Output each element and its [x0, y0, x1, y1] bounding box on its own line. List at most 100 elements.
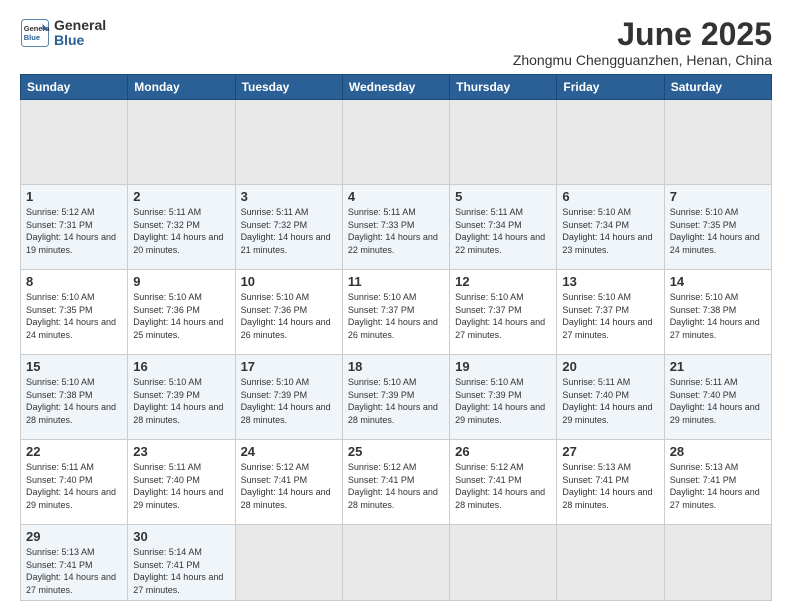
calendar-cell: 2 Sunrise: 5:11 AMSunset: 7:32 PMDaylight…: [128, 185, 235, 270]
calendar-cell: 29Sunrise: 5:13 AMSunset: 7:41 PMDayligh…: [21, 525, 128, 601]
day-number: 3: [241, 189, 337, 204]
calendar-cell: [342, 100, 449, 185]
calendar-cell: 26 Sunrise: 5:12 AMSunset: 7:41 PMDayligh…: [450, 440, 557, 525]
day-number: 9: [133, 274, 229, 289]
calendar-cell: 22 Sunrise: 5:11 AMSunset: 7:40 PMDayligh…: [21, 440, 128, 525]
day-number: 15: [26, 359, 122, 374]
day-info: Sunrise: 5:10 AMSunset: 7:34 PMDaylight:…: [562, 206, 658, 256]
header: General Blue General Blue June 2025 Zhon…: [20, 18, 772, 68]
day-number: 20: [562, 359, 658, 374]
header-tuesday: Tuesday: [235, 75, 342, 100]
calendar-table: Sunday Monday Tuesday Wednesday Thursday…: [20, 74, 772, 601]
calendar-cell: [664, 100, 771, 185]
header-wednesday: Wednesday: [342, 75, 449, 100]
day-info: Sunrise: 5:10 AMSunset: 7:39 PMDaylight:…: [455, 376, 551, 426]
day-info: Sunrise: 5:11 AMSunset: 7:32 PMDaylight:…: [133, 206, 229, 256]
calendar-cell: [342, 525, 449, 601]
day-info: Sunrise: 5:10 AMSunset: 7:37 PMDaylight:…: [455, 291, 551, 341]
logo-general: General: [54, 18, 106, 33]
day-info: Sunrise: 5:10 AMSunset: 7:37 PMDaylight:…: [562, 291, 658, 341]
calendar-title: June 2025: [513, 18, 772, 50]
day-info: Sunrise: 5:11 AMSunset: 7:40 PMDaylight:…: [133, 461, 229, 511]
day-number: 5: [455, 189, 551, 204]
calendar-cell: 7Sunrise: 5:10 AMSunset: 7:35 PMDaylight…: [664, 185, 771, 270]
calendar-cell: 11Sunrise: 5:10 AMSunset: 7:37 PMDayligh…: [342, 270, 449, 355]
day-number: 8: [26, 274, 122, 289]
calendar-cell: 6 Sunrise: 5:10 AMSunset: 7:34 PMDaylight…: [557, 185, 664, 270]
day-info: Sunrise: 5:10 AMSunset: 7:38 PMDaylight:…: [670, 291, 766, 341]
day-number: 28: [670, 444, 766, 459]
calendar-cell: 28 Sunrise: 5:13 AMSunset: 7:41 PMDayligh…: [664, 440, 771, 525]
day-info: Sunrise: 5:11 AMSunset: 7:32 PMDaylight:…: [241, 206, 337, 256]
day-number: 2: [133, 189, 229, 204]
day-info: Sunrise: 5:12 AMSunset: 7:31 PMDaylight:…: [26, 206, 122, 256]
calendar-cell: 14Sunrise: 5:10 AMSunset: 7:38 PMDayligh…: [664, 270, 771, 355]
calendar-cell: 9 Sunrise: 5:10 AMSunset: 7:36 PMDaylight…: [128, 270, 235, 355]
calendar-cell: [557, 525, 664, 601]
day-number: 12: [455, 274, 551, 289]
day-number: 21: [670, 359, 766, 374]
calendar-cell: 21 Sunrise: 5:11 AMSunset: 7:40 PMDayligh…: [664, 355, 771, 440]
day-number: 10: [241, 274, 337, 289]
calendar-cell: 19 Sunrise: 5:10 AMSunset: 7:39 PMDayligh…: [450, 355, 557, 440]
header-friday: Friday: [557, 75, 664, 100]
day-number: 1: [26, 189, 122, 204]
day-info: Sunrise: 5:11 AMSunset: 7:34 PMDaylight:…: [455, 206, 551, 256]
calendar-cell: 1 Sunrise: 5:12 AMSunset: 7:31 PMDaylight…: [21, 185, 128, 270]
header-monday: Monday: [128, 75, 235, 100]
calendar-cell: 5 Sunrise: 5:11 AMSunset: 7:34 PMDaylight…: [450, 185, 557, 270]
calendar-cell: 18Sunrise: 5:10 AMSunset: 7:39 PMDayligh…: [342, 355, 449, 440]
header-thursday: Thursday: [450, 75, 557, 100]
calendar-cell: 25 Sunrise: 5:12 AMSunset: 7:41 PMDayligh…: [342, 440, 449, 525]
day-number: 24: [241, 444, 337, 459]
calendar-cell: 8 Sunrise: 5:10 AMSunset: 7:35 PMDaylight…: [21, 270, 128, 355]
weekday-header-row: Sunday Monday Tuesday Wednesday Thursday…: [21, 75, 772, 100]
day-info: Sunrise: 5:11 AMSunset: 7:40 PMDaylight:…: [670, 376, 766, 426]
calendar-cell: 24Sunrise: 5:12 AMSunset: 7:41 PMDayligh…: [235, 440, 342, 525]
day-number: 11: [348, 274, 444, 289]
calendar-cell: 16Sunrise: 5:10 AMSunset: 7:39 PMDayligh…: [128, 355, 235, 440]
calendar-cell: 12 Sunrise: 5:10 AMSunset: 7:37 PMDayligh…: [450, 270, 557, 355]
calendar-cell: 10Sunrise: 5:10 AMSunset: 7:36 PMDayligh…: [235, 270, 342, 355]
day-number: 19: [455, 359, 551, 374]
title-block: June 2025 Zhongmu Chengguanzhen, Henan, …: [513, 18, 772, 68]
day-info: Sunrise: 5:10 AMSunset: 7:39 PMDaylight:…: [241, 376, 337, 426]
calendar-cell: [664, 525, 771, 601]
day-info: Sunrise: 5:13 AMSunset: 7:41 PMDaylight:…: [670, 461, 766, 511]
day-info: Sunrise: 5:14 AMSunset: 7:41 PMDaylight:…: [133, 546, 229, 596]
calendar-cell: 15Sunrise: 5:10 AMSunset: 7:38 PMDayligh…: [21, 355, 128, 440]
calendar-cell: 23 Sunrise: 5:11 AMSunset: 7:40 PMDayligh…: [128, 440, 235, 525]
day-info: Sunrise: 5:12 AMSunset: 7:41 PMDaylight:…: [455, 461, 551, 511]
day-info: Sunrise: 5:11 AMSunset: 7:40 PMDaylight:…: [26, 461, 122, 511]
calendar-cell: 4 Sunrise: 5:11 AMSunset: 7:33 PMDaylight…: [342, 185, 449, 270]
day-number: 16: [133, 359, 229, 374]
calendar-cell: 13 Sunrise: 5:10 AMSunset: 7:37 PMDayligh…: [557, 270, 664, 355]
day-info: Sunrise: 5:10 AMSunset: 7:36 PMDaylight:…: [133, 291, 229, 341]
day-info: Sunrise: 5:11 AMSunset: 7:33 PMDaylight:…: [348, 206, 444, 256]
day-number: 18: [348, 359, 444, 374]
logo-blue: Blue: [54, 33, 106, 48]
calendar-cell: 17Sunrise: 5:10 AMSunset: 7:39 PMDayligh…: [235, 355, 342, 440]
day-number: 22: [26, 444, 122, 459]
day-number: 13: [562, 274, 658, 289]
day-number: 23: [133, 444, 229, 459]
day-number: 6: [562, 189, 658, 204]
svg-text:Blue: Blue: [24, 33, 40, 42]
day-info: Sunrise: 5:10 AMSunset: 7:35 PMDaylight:…: [26, 291, 122, 341]
calendar-cell: [557, 100, 664, 185]
calendar-cell: 30 Sunrise: 5:14 AMSunset: 7:41 PMDayligh…: [128, 525, 235, 601]
calendar-cell: [450, 100, 557, 185]
day-number: 30: [133, 529, 229, 544]
header-saturday: Saturday: [664, 75, 771, 100]
day-number: 25: [348, 444, 444, 459]
day-info: Sunrise: 5:11 AMSunset: 7:40 PMDaylight:…: [562, 376, 658, 426]
day-number: 26: [455, 444, 551, 459]
day-info: Sunrise: 5:12 AMSunset: 7:41 PMDaylight:…: [348, 461, 444, 511]
day-number: 4: [348, 189, 444, 204]
day-number: 27: [562, 444, 658, 459]
day-number: 7: [670, 189, 766, 204]
calendar-cell: 27Sunrise: 5:13 AMSunset: 7:41 PMDayligh…: [557, 440, 664, 525]
calendar-cell: [235, 100, 342, 185]
calendar-cell: [450, 525, 557, 601]
day-info: Sunrise: 5:13 AMSunset: 7:41 PMDaylight:…: [26, 546, 122, 596]
